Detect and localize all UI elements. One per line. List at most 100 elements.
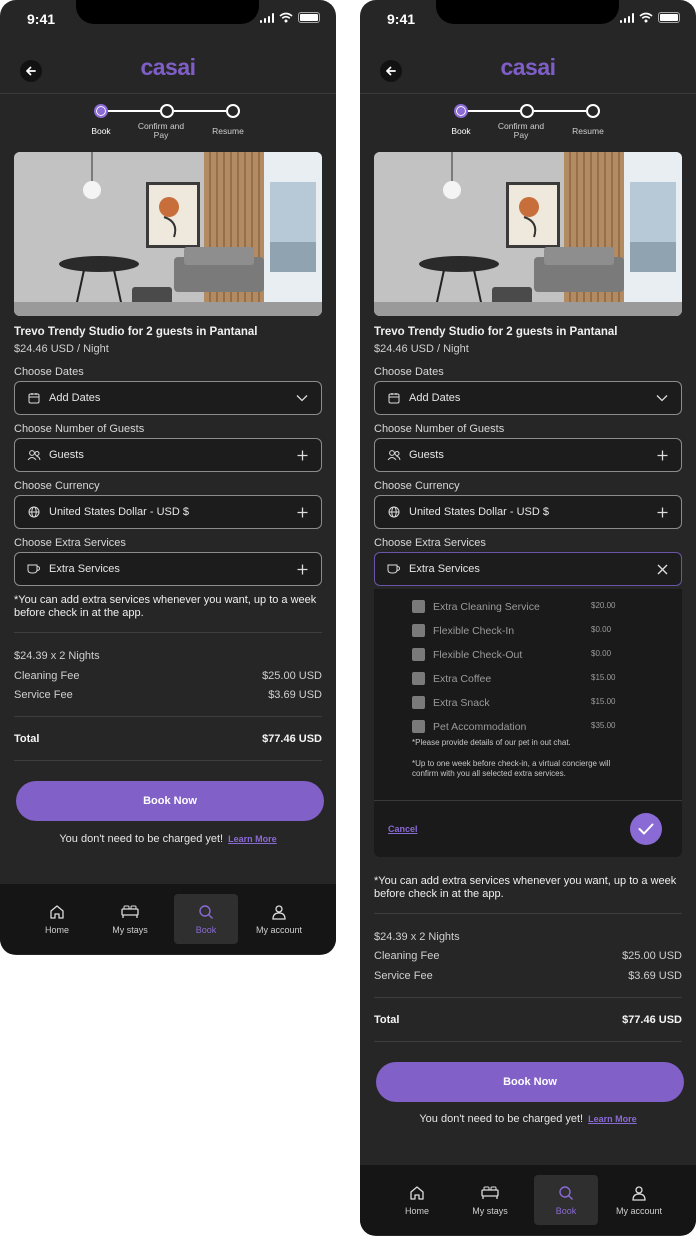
tab-book-label: Book — [195, 925, 217, 935]
step-dot-resume — [226, 104, 240, 118]
dates-select[interactable]: Add Dates — [374, 381, 682, 415]
currency-select[interactable]: United States Dollar - USD $ — [14, 495, 322, 529]
divider — [374, 1041, 682, 1042]
charge-notice: You don't need to be charged yet! Learn M… — [0, 833, 336, 845]
cleaning-fee-value: $25.00 USD — [622, 950, 682, 962]
step-label-resume: Resume — [212, 126, 244, 136]
calendar-icon — [27, 391, 41, 405]
chevron-down-icon — [295, 391, 309, 405]
cancel-button[interactable]: Cancel — [388, 824, 418, 834]
notch — [76, 0, 259, 24]
cleaning-fee-value: $25.00 USD — [262, 670, 322, 682]
divider — [14, 716, 322, 717]
listing-title: Trevo Trendy Studio for 2 guests in Pant… — [374, 326, 618, 338]
checkbox[interactable] — [412, 600, 425, 613]
tab-home[interactable]: Home — [25, 894, 89, 944]
book-now-button[interactable]: Book Now — [376, 1062, 684, 1102]
extras-value: Extra Services — [49, 563, 120, 575]
bed-icon — [481, 1184, 499, 1202]
step-dot-book — [454, 104, 468, 118]
tab-my-stays[interactable]: My stays — [98, 894, 162, 944]
globe-icon — [27, 505, 41, 519]
step-dot-resume — [586, 104, 600, 118]
listing-price: $24.46 USD / Night — [374, 343, 469, 355]
dates-select[interactable]: Add Dates — [14, 381, 322, 415]
option-label: Extra Coffee — [433, 672, 492, 685]
guests-field[interactable]: Guests — [374, 438, 682, 472]
tab-book[interactable]: Book — [174, 894, 238, 944]
plus-icon[interactable] — [295, 562, 309, 576]
coffee-icon — [387, 562, 401, 576]
option-label: Pet Accommodation — [433, 720, 527, 733]
checkmark-icon — [638, 823, 654, 835]
tab-my-account[interactable]: My account — [607, 1175, 671, 1225]
service-fee-value: $3.69 USD — [628, 970, 682, 982]
service-fee-value: $3.69 USD — [268, 689, 322, 701]
chevron-down-icon — [655, 391, 669, 405]
plus-icon[interactable] — [655, 505, 669, 519]
divider — [374, 913, 682, 914]
cellular-signal-icon — [259, 12, 274, 23]
total-value: $77.46 USD — [262, 733, 322, 745]
guests-label: Choose Number of Guests — [374, 423, 505, 435]
tab-my-account[interactable]: My account — [247, 894, 311, 944]
confirm-button[interactable] — [630, 813, 662, 845]
option-label: Extra Snack — [433, 696, 490, 709]
dates-label: Choose Dates — [374, 366, 444, 378]
step-connector — [534, 110, 586, 112]
tab-book[interactable]: Book — [534, 1175, 598, 1225]
concierge-note: *Up to one week before check-in, a virtu… — [412, 759, 611, 778]
tab-home[interactable]: Home — [385, 1175, 449, 1225]
extras-select[interactable]: Extra Services — [374, 552, 682, 586]
currency-select[interactable]: United States Dollar - USD $ — [374, 495, 682, 529]
learn-more-link[interactable]: Learn More — [228, 834, 277, 844]
checkbox[interactable] — [412, 672, 425, 685]
extras-note: *You can add extra services whenever you… — [14, 594, 317, 619]
guests-field[interactable]: Guests — [14, 438, 322, 472]
step-connector — [174, 110, 226, 112]
total-row: Total $77.46 USD — [14, 733, 322, 745]
step-connector — [468, 110, 520, 112]
option-label: Flexible Check-In — [433, 624, 515, 637]
status-time: 9:41 — [27, 11, 56, 27]
book-now-button[interactable]: Book Now — [16, 781, 324, 821]
wifi-icon — [639, 12, 653, 23]
listing-price: $24.46 USD / Night — [14, 343, 109, 355]
plus-icon[interactable] — [655, 448, 669, 462]
listing-title: Trevo Trendy Studio for 2 guests in Pant… — [14, 326, 258, 338]
globe-icon — [387, 505, 401, 519]
checkbox[interactable] — [412, 696, 425, 709]
plus-icon[interactable] — [295, 505, 309, 519]
divider — [14, 760, 322, 761]
charge-notice: You don't need to be charged yet! Learn M… — [360, 1113, 696, 1125]
service-fee-row: Service Fee $3.69 USD — [14, 689, 322, 701]
dates-value: Add Dates — [49, 392, 101, 404]
charge-text: You don't need to be charged yet! — [419, 1113, 584, 1125]
app-header: casai — [0, 48, 336, 94]
status-time: 9:41 — [387, 11, 416, 27]
learn-more-link[interactable]: Learn More — [588, 1114, 637, 1124]
tab-my-account-label: My account — [615, 1206, 663, 1216]
cleaning-fee-row: Cleaning Fee $25.00 USD — [14, 670, 322, 682]
checkbox[interactable] — [412, 720, 425, 733]
pet-note: *Please provide details of our pet in ou… — [412, 738, 571, 747]
dates-value: Add Dates — [409, 392, 461, 404]
user-icon — [270, 903, 288, 921]
step-label-book: Book — [451, 126, 471, 136]
step-dot-confirm — [520, 104, 534, 118]
close-icon[interactable] — [655, 562, 669, 576]
checkbox[interactable] — [412, 624, 425, 637]
checkbox[interactable] — [412, 648, 425, 661]
calendar-icon — [387, 391, 401, 405]
plus-icon[interactable] — [295, 448, 309, 462]
cleaning-fee-label: Cleaning Fee — [374, 950, 440, 962]
search-icon — [197, 903, 215, 921]
tab-my-stays[interactable]: My stays — [458, 1175, 522, 1225]
total-row: Total $77.46 USD — [374, 1014, 682, 1026]
option-label: Extra Cleaning Service — [433, 600, 540, 613]
home-icon — [48, 903, 66, 921]
step-label-resume: Resume — [572, 126, 604, 136]
extras-select[interactable]: Extra Services — [14, 552, 322, 586]
service-fee-label: Service Fee — [14, 689, 73, 701]
booking-stepper: Book Confirm and Pay Resume — [0, 100, 336, 146]
